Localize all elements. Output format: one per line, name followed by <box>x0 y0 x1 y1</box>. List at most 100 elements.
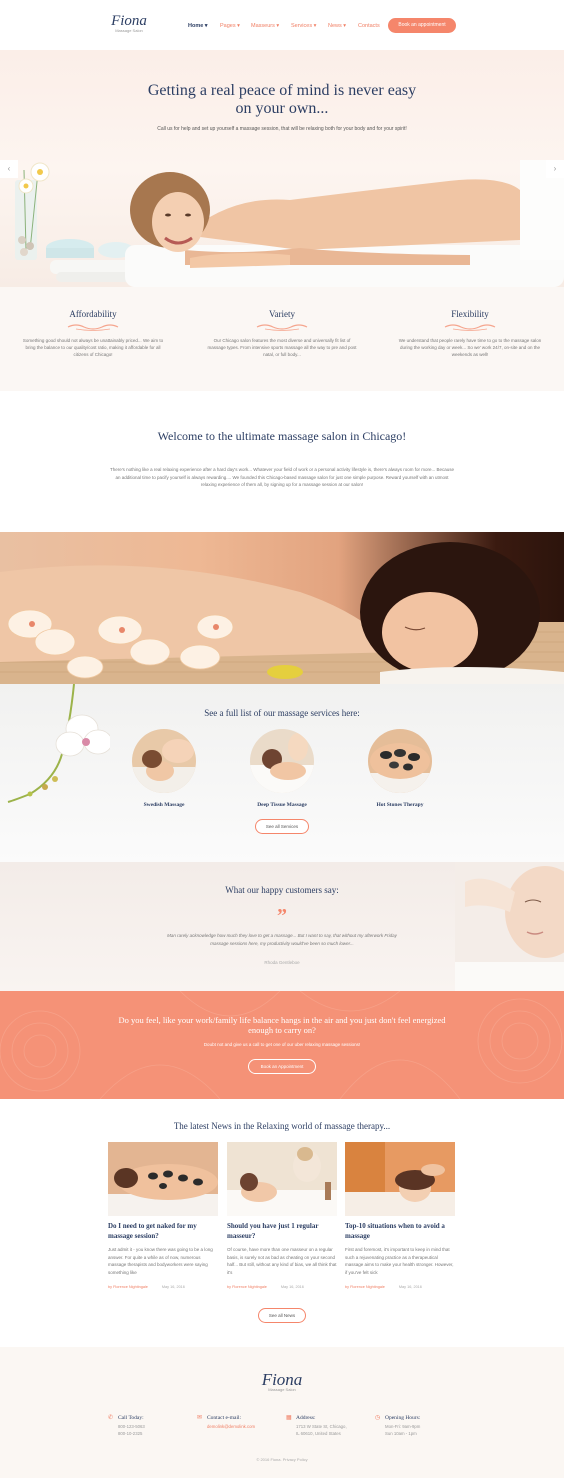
news-image[interactable] <box>227 1142 337 1216</box>
feature-flexibility: Flexibility We understand that people ra… <box>395 309 545 358</box>
footer-label: Call Today: <box>118 1415 144 1421</box>
news-image[interactable] <box>345 1142 455 1216</box>
copyright[interactable]: © 2016 Fiona. Privacy Policy <box>0 1457 564 1462</box>
welcome-title: Welcome to the ultimate massage salon in… <box>157 429 407 443</box>
news-meta: by Florence Nightingale May 16, 2016 <box>108 1285 218 1289</box>
news-title: The latest News in the Relaxing world of… <box>173 1121 391 1131</box>
mail-icon: ✉ <box>197 1415 203 1421</box>
massage-photo <box>0 542 564 684</box>
news-date: May 16, 2016 <box>398 1285 422 1289</box>
feature-variety: Variety Our Chicago salon features the m… <box>207 309 357 358</box>
footer-value[interactable]: demolink@demolink.com <box>207 1423 277 1430</box>
see-all-news-button[interactable]: See all News <box>258 1308 306 1323</box>
nav-services[interactable]: Services ▾ <box>291 23 316 29</box>
testimonial-photo <box>455 862 564 991</box>
ornament-icon <box>444 324 496 331</box>
testimonials-title: What our happy customers say: <box>225 885 339 895</box>
footer-address: ▦ Address: 1713 W State St, Chicago, IL 6… <box>286 1415 366 1437</box>
feature-text: Our Chicago salon features the most dive… <box>207 338 357 357</box>
cta-book-button[interactable]: Book an Appointment <box>248 1059 316 1074</box>
news-excerpt: First and foremost, it's important to ke… <box>345 1247 454 1275</box>
feature-title: Affordability <box>69 309 117 319</box>
footer-logo-subtitle: Massage Salon <box>268 1387 296 1392</box>
news-author[interactable]: by Florence Nightingale <box>227 1285 267 1289</box>
news-author[interactable]: by Florence Nightingale <box>345 1285 385 1289</box>
hero-subtitle: Call us for help and set up yourself a m… <box>157 126 407 132</box>
news-card: Top-10 situations when to avoid a massag… <box>345 1142 455 1289</box>
news-excerpt: Of course, have more than one masseur on… <box>227 1247 337 1275</box>
nav-home[interactable]: Home ▾ <box>188 23 208 29</box>
testimonials-section: What our happy customers say: ” Man rare… <box>0 862 564 991</box>
quote-icon: ” <box>277 905 287 927</box>
nav-contacts[interactable]: Contacts <box>358 23 380 29</box>
services-section: See a full list of our massage services … <box>0 684 564 862</box>
footer-email: ✉ Contact e-mail: demolink@demolink.com <box>197 1415 277 1430</box>
nav-masseurs[interactable]: Masseurs ▾ <box>251 23 279 29</box>
service-deep-tissue[interactable]: Deep Tissue Massage <box>250 729 314 808</box>
ornament-icon <box>256 324 308 331</box>
features-section: Affordability Something good should not … <box>0 287 564 391</box>
footer-logo[interactable]: Fiona Massage Salon <box>252 1370 312 1392</box>
cta-section: Do you feel, like your work/family life … <box>0 991 564 1099</box>
news-card: Should you have just 1 regular masseur? … <box>227 1142 337 1289</box>
news-card: Do I need to get naked for my massage se… <box>108 1142 218 1289</box>
phone-icon: ✆ <box>108 1415 114 1421</box>
news-author[interactable]: by Florence Nightingale <box>108 1285 148 1289</box>
map-icon: ▦ <box>286 1415 292 1421</box>
services-title: See a full list of our massage services … <box>204 708 360 718</box>
news-date: May 16, 2016 <box>161 1285 185 1289</box>
cta-subtitle: Doubt not and give us a call to get one … <box>203 1042 361 1047</box>
massage-photo-band <box>0 532 564 684</box>
testimonial-author: Rhoda Gentleboe <box>264 960 300 965</box>
news-image[interactable] <box>108 1142 218 1216</box>
footer-value: Mon-Fri: 9am-9pm Sun 10am - 1pm <box>385 1424 421 1436</box>
footer-value[interactable]: 800-123-5063 800-10-2325 <box>118 1423 188 1437</box>
site-footer: Fiona Massage Salon ✆ Call Today: 800-12… <box>0 1347 564 1478</box>
news-meta: by Florence Nightingale May 16, 2016 <box>345 1285 455 1289</box>
site-header: Fiona Massage Salon Home ▾ Pages ▾ Masse… <box>0 0 564 50</box>
service-image[interactable] <box>368 729 432 793</box>
footer-label: Opening Hours: <box>385 1415 421 1421</box>
news-date: May 16, 2016 <box>280 1285 304 1289</box>
service-label[interactable]: Swedish Massage <box>112 802 216 808</box>
service-hot-stones[interactable]: Hot Stones Therapy <box>368 729 432 808</box>
news-section: The latest News in the Relaxing world of… <box>0 1099 564 1347</box>
cta-title: Do you feel, like your work/family life … <box>118 1015 446 1035</box>
book-appointment-button[interactable]: Book an appointment <box>388 18 456 33</box>
slider-prev-icon[interactable]: ‹ <box>0 160 18 178</box>
clock-icon: ◷ <box>375 1415 381 1421</box>
feature-text: Something good should not always be unat… <box>22 338 164 357</box>
footer-hours: ◷ Opening Hours: Mon-Fri: 9am-9pm Sun 10a… <box>375 1415 455 1437</box>
footer-label: Contact e-mail: <box>207 1415 242 1421</box>
logo-text: Fiona <box>111 13 147 29</box>
nav-pages[interactable]: Pages ▾ <box>220 23 240 29</box>
service-image[interactable] <box>250 729 314 793</box>
feature-title: Variety <box>269 309 295 319</box>
footer-label: Address: <box>296 1415 316 1421</box>
footer-phone: ✆ Call Today: 800-123-5063 800-10-2325 <box>108 1415 188 1437</box>
feature-text: We understand that people rarely have ti… <box>398 338 542 357</box>
welcome-section: Welcome to the ultimate massage salon in… <box>0 391 564 532</box>
service-label[interactable]: Hot Stones Therapy <box>348 802 452 808</box>
testimonial-text: Man rarely acknowledge how much they lov… <box>167 933 397 946</box>
orchid-decoration-icon <box>7 684 110 803</box>
service-image[interactable] <box>132 729 196 793</box>
service-label[interactable]: Deep Tissue Massage <box>230 802 334 808</box>
nav-news[interactable]: News ▾ <box>328 23 346 29</box>
news-meta: by Florence Nightingale May 16, 2016 <box>227 1285 337 1289</box>
news-excerpt: Just admit it - you know there was going… <box>108 1247 213 1275</box>
see-all-services-button[interactable]: See all Services <box>255 819 309 834</box>
ornament-icon <box>67 324 119 331</box>
hero-title: Getting a real peace of mind is never ea… <box>147 82 417 117</box>
feature-title: Flexibility <box>451 309 489 319</box>
feature-affordability: Affordability Something good should not … <box>18 309 168 358</box>
welcome-text: There's nothing like a real relaxing exp… <box>110 467 454 487</box>
news-headline[interactable]: Should you have just 1 regular masseur? <box>227 1222 337 1241</box>
slider-next-icon[interactable]: › <box>546 160 564 178</box>
service-swedish[interactable]: Swedish Massage <box>132 729 196 808</box>
footer-value: 1713 W State St, Chicago, IL 60610, Unite… <box>296 1424 347 1436</box>
news-headline[interactable]: Top-10 situations when to avoid a massag… <box>345 1222 455 1241</box>
site-logo[interactable]: Fiona Massage Salon <box>108 13 150 34</box>
news-headline[interactable]: Do I need to get naked for my massage se… <box>108 1222 218 1241</box>
footer-logo-text: Fiona <box>261 1370 303 1389</box>
